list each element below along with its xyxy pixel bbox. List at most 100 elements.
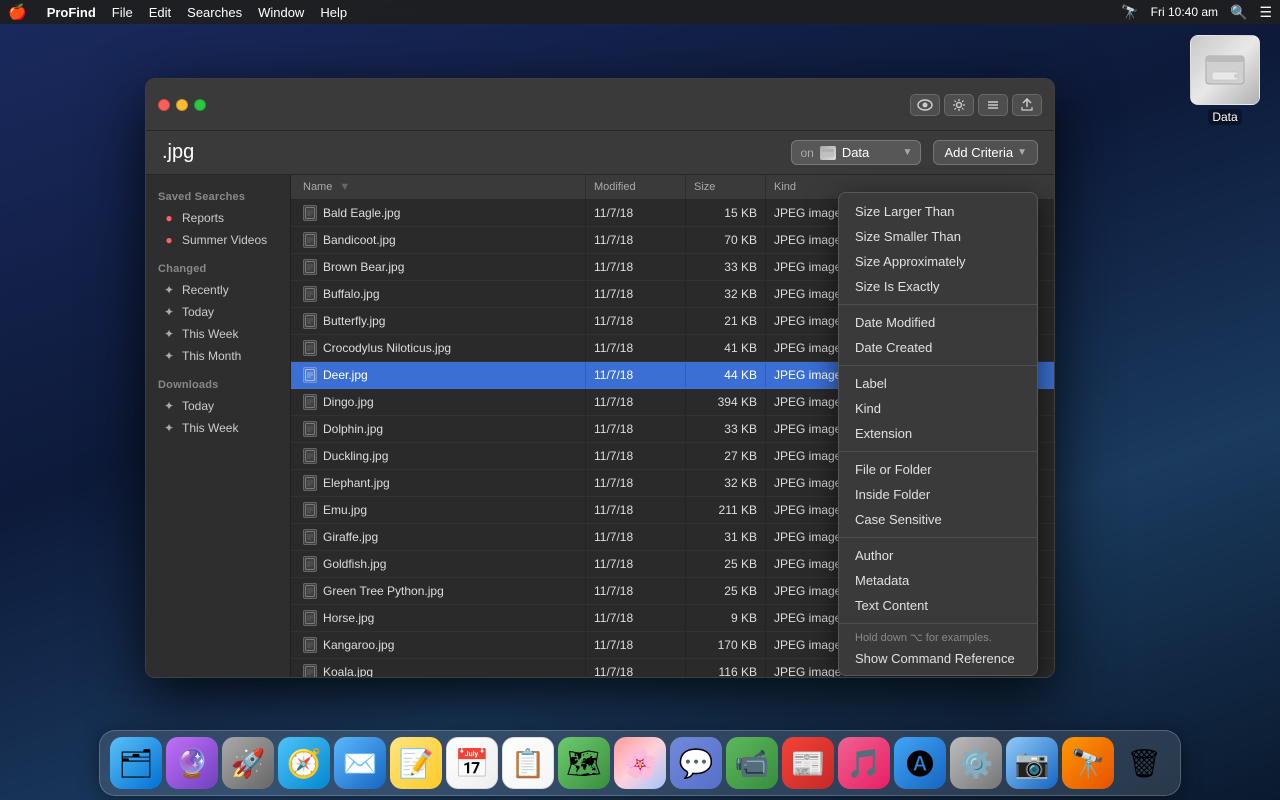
- file-icon: [303, 340, 317, 356]
- file-modified: 11/7/18: [586, 390, 686, 414]
- dock-item-reminders[interactable]: 📋: [502, 737, 554, 789]
- meta-section: Author Metadata Text Content: [839, 541, 1037, 620]
- extension-item[interactable]: Extension: [839, 421, 1037, 446]
- recently-label: Recently: [182, 283, 229, 297]
- label-item[interactable]: Label: [839, 371, 1037, 396]
- file-icon: [303, 421, 317, 437]
- size-smaller-than-item[interactable]: Size Smaller Than: [839, 224, 1037, 249]
- file-name: Crocodylus Niloticus.jpg: [323, 341, 451, 355]
- file-name: Green Tree Python.jpg: [323, 584, 444, 598]
- file-size: 31 KB: [686, 525, 766, 549]
- search-menubar-icon[interactable]: 🔍: [1230, 4, 1247, 21]
- dock-item-photos[interactable]: 🌸: [614, 737, 666, 789]
- file-icon: [303, 394, 317, 410]
- add-criteria-button[interactable]: Add Criteria ▼: [933, 140, 1038, 165]
- file-cell-name: Deer.jpg: [291, 362, 586, 388]
- show-command-reference-item[interactable]: Show Command Reference: [839, 646, 1037, 671]
- size-is-exactly-item[interactable]: Size Is Exactly: [839, 274, 1037, 299]
- dock-item-system-preferences[interactable]: ⚙️: [950, 737, 1002, 789]
- file-size: 211 KB: [686, 498, 766, 522]
- control-center-icon[interactable]: ☰: [1259, 4, 1272, 21]
- share-button[interactable]: [1012, 94, 1042, 116]
- file-name: Brown Bear.jpg: [323, 260, 404, 274]
- menu-profind[interactable]: ProFind: [47, 5, 96, 20]
- dock-item-mail[interactable]: ✉️: [334, 737, 386, 789]
- file-modified: 11/7/18: [586, 228, 686, 252]
- apple-menu[interactable]: 🍎: [8, 3, 27, 21]
- file-icon: [303, 205, 317, 221]
- dock-item-facetime[interactable]: 📹: [726, 737, 778, 789]
- file-cell-name: Butterfly.jpg: [291, 308, 586, 334]
- dock-item-trash[interactable]: 🗑: [1118, 737, 1170, 789]
- tools-button[interactable]: [978, 94, 1008, 116]
- date-created-item[interactable]: Date Created: [839, 335, 1037, 360]
- summer-videos-label: Summer Videos: [182, 233, 267, 247]
- location-selector[interactable]: on Data ▼: [791, 140, 921, 165]
- file-cell-name: Elephant.jpg: [291, 470, 586, 496]
- desktop-disk-icon[interactable]: Data: [1190, 35, 1260, 125]
- col-header-modified[interactable]: Modified: [586, 175, 686, 199]
- sidebar-item-this-week[interactable]: ✦ This Week: [150, 323, 286, 345]
- menu-help[interactable]: Help: [320, 5, 347, 20]
- dock-item-news[interactable]: 📰: [782, 737, 834, 789]
- menu-searches[interactable]: Searches: [187, 5, 242, 20]
- search-bar: .jpg on Data ▼ Add Criteria ▼ Size Large…: [146, 131, 1054, 175]
- sidebar-item-summer-videos[interactable]: ● Summer Videos: [150, 229, 286, 251]
- sidebar-item-this-month[interactable]: ✦ This Month: [150, 345, 286, 367]
- summer-videos-icon: ●: [162, 233, 176, 247]
- file-cell-name: Bandicoot.jpg: [291, 227, 586, 253]
- maximize-button[interactable]: [194, 99, 206, 111]
- dock-item-screenshot[interactable]: 📷: [1006, 737, 1058, 789]
- size-approximately-item[interactable]: Size Approximately: [839, 249, 1037, 274]
- dock-item-safari[interactable]: 🧭: [278, 737, 330, 789]
- dock-item-notes[interactable]: 📝: [390, 737, 442, 789]
- search-query[interactable]: .jpg: [162, 141, 194, 164]
- date-modified-item[interactable]: Date Modified: [839, 310, 1037, 335]
- file-modified: 11/7/18: [586, 363, 686, 387]
- file-cell-name: Emu.jpg: [291, 497, 586, 523]
- inside-folder-item[interactable]: Inside Folder: [839, 482, 1037, 507]
- col-header-name[interactable]: Name ▼: [291, 175, 586, 199]
- dock-item-profind[interactable]: 🔭: [1062, 737, 1114, 789]
- close-button[interactable]: [158, 99, 170, 111]
- file-name: Giraffe.jpg: [323, 530, 378, 544]
- file-or-folder-item[interactable]: File or Folder: [839, 457, 1037, 482]
- minimize-button[interactable]: [176, 99, 188, 111]
- dock-item-launchpad[interactable]: 🚀: [222, 737, 274, 789]
- menu-file[interactable]: File: [112, 5, 133, 20]
- on-label: on: [800, 146, 813, 160]
- dock-item-music[interactable]: 🎵: [838, 737, 890, 789]
- case-sensitive-item[interactable]: Case Sensitive: [839, 507, 1037, 532]
- menu-edit[interactable]: Edit: [149, 5, 171, 20]
- menu-window[interactable]: Window: [258, 5, 304, 20]
- file-size: 33 KB: [686, 417, 766, 441]
- changed-title: Changed: [146, 259, 290, 279]
- dock-item-siri[interactable]: 🔮: [166, 737, 218, 789]
- metadata-item[interactable]: Metadata: [839, 568, 1037, 593]
- file-size: 9 KB: [686, 606, 766, 630]
- dock-item-finder[interactable]: 🗂: [110, 737, 162, 789]
- separator-3: [839, 451, 1037, 452]
- dock-item-calendar[interactable]: 📅: [446, 737, 498, 789]
- file-modified: 11/7/18: [586, 579, 686, 603]
- dock-item-app-store[interactable]: 🅐: [894, 737, 946, 789]
- sidebar-item-downloads-today[interactable]: ✦ Today: [150, 395, 286, 417]
- dock-item-maps[interactable]: 🗺: [558, 737, 610, 789]
- sidebar-item-recently[interactable]: ✦ Recently: [150, 279, 286, 301]
- kind-item[interactable]: Kind: [839, 396, 1037, 421]
- size-larger-than-item[interactable]: Size Larger Than: [839, 199, 1037, 224]
- gear-button[interactable]: [944, 94, 974, 116]
- sidebar-item-today[interactable]: ✦ Today: [150, 301, 286, 323]
- reports-icon: ●: [162, 211, 176, 225]
- file-cell-name: Dingo.jpg: [291, 389, 586, 415]
- today-label: Today: [182, 305, 214, 319]
- file-modified: 11/7/18: [586, 255, 686, 279]
- text-content-item[interactable]: Text Content: [839, 593, 1037, 618]
- author-item[interactable]: Author: [839, 543, 1037, 568]
- dock-item-discord[interactable]: 💬: [670, 737, 722, 789]
- eye-button[interactable]: [910, 94, 940, 116]
- file-size: 44 KB: [686, 363, 766, 387]
- sidebar-item-reports[interactable]: ● Reports: [150, 207, 286, 229]
- sidebar-item-downloads-this-week[interactable]: ✦ This Week: [150, 417, 286, 439]
- col-header-size[interactable]: Size: [686, 175, 766, 199]
